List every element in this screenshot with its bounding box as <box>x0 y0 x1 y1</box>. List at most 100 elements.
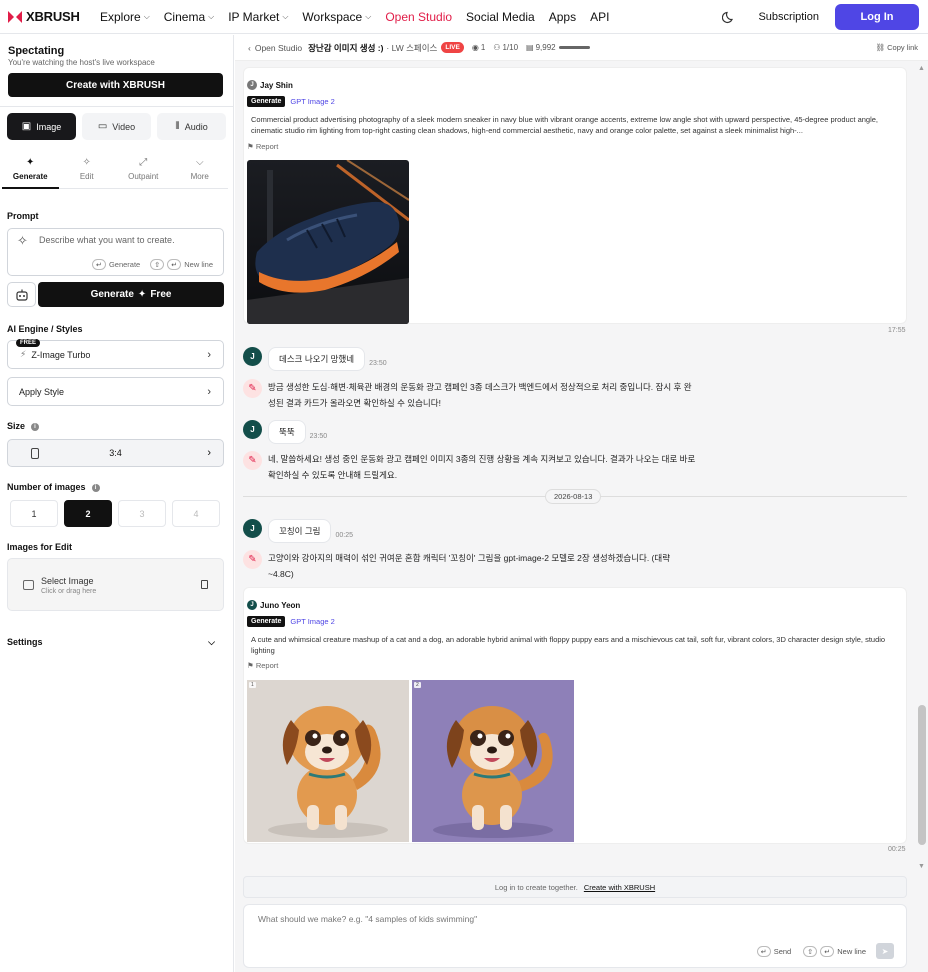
breadcrumb-open-studio[interactable]: Open Studio <box>255 43 302 53</box>
subtab-generate-label: Generate <box>12 172 48 181</box>
scrollbar-thumb[interactable] <box>918 705 926 845</box>
settings-toggle[interactable]: Settings ⌵ <box>7 637 215 648</box>
clipboard-icon[interactable] <box>201 580 208 589</box>
login-prompt-text: Log in to create together. <box>494 882 578 892</box>
subtab-outpaint[interactable]: ⤢ Outpaint <box>115 157 172 189</box>
message-bubble: 뚝뚝 <box>268 420 306 444</box>
nav-explore[interactable]: Explore ⌵ <box>100 10 150 24</box>
report-button[interactable]: ⚑ Report <box>247 142 278 151</box>
avatar: J <box>243 347 262 366</box>
scroll-up-icon[interactable]: ▲ <box>918 65 925 72</box>
tab-video[interactable]: ▭ Video <box>82 113 151 140</box>
generated-image-2[interactable]: 2 <box>412 680 574 842</box>
nav-workspace[interactable]: Workspace ⌵ <box>302 10 371 24</box>
nav-cinema[interactable]: Cinema ⌵ <box>164 10 214 24</box>
cat-dog-image <box>412 680 574 842</box>
image-index: 2 <box>414 682 421 688</box>
enter-key-icon: ↵ <box>167 259 182 270</box>
credit-balance: ▤ 9,992 <box>526 43 590 52</box>
prompt-label: Prompt <box>7 211 39 221</box>
scroll-down-icon[interactable]: ▼ <box>918 863 925 870</box>
chevron-down-icon: ⌵ <box>208 11 215 21</box>
image-index: 1 <box>249 682 256 688</box>
nav-ip-market[interactable]: IP Market ⌵ <box>228 10 288 24</box>
brand-logo[interactable]: XBRUSH <box>8 9 92 24</box>
top-navigation-bar: XBRUSH Explore ⌵ Cinema ⌵ IP Market ⌵ Works… <box>0 0 928 34</box>
nav-social-media[interactable]: Social Media <box>466 10 535 24</box>
generated-image-1[interactable]: 1 <box>247 680 409 842</box>
moon-icon[interactable] <box>722 10 736 24</box>
chat-composer[interactable]: What should we make? e.g. "4 samples of … <box>243 904 907 968</box>
send-icon: ➤ <box>881 946 889 956</box>
xbrush-assistant-icon: ✎ <box>243 379 262 398</box>
subtab-edit[interactable]: ✧ Edit <box>58 157 115 189</box>
flag-icon: ⚑ <box>247 661 254 670</box>
chat-message: J 꼬칭이 그림 00:25 <box>243 519 353 543</box>
generation-card: J Juno Yeon Generate GPT Image 2 A cute an… <box>243 587 907 844</box>
num-images-selector: 1 2 3 4 <box>10 500 220 527</box>
num-option-1[interactable]: 1 <box>10 500 58 527</box>
message-time: 23:50 <box>309 433 328 440</box>
chevron-right-icon: › <box>207 447 211 459</box>
apply-style-button[interactable]: Apply Style › <box>7 377 224 406</box>
engine-icon: ⚡ <box>20 349 27 359</box>
image-upload-dropzone[interactable]: Select Image Click or drag here <box>7 558 224 611</box>
avatar: J <box>243 420 262 439</box>
create-with-xbrush-button[interactable]: Create with XBRUSH <box>8 73 223 97</box>
generate-button[interactable]: Generate ✦ Free <box>38 282 224 307</box>
date-label: 2026-08-13 <box>545 489 602 504</box>
room-title: 장난감 이미지 생성 :) <box>308 42 384 53</box>
avatar: J <box>243 519 262 538</box>
size-value: 3:4 <box>109 448 122 458</box>
select-image-sub: Click or drag here <box>41 588 97 595</box>
generate-free-label: Free <box>150 289 172 300</box>
live-badge: LIVE <box>441 42 464 53</box>
card-prompt: Commercial product advertising photograp… <box>251 115 879 135</box>
avatar: J <box>247 80 257 90</box>
subtab-edit-label: Edit <box>79 172 94 181</box>
engine-select[interactable]: FREE ⚡ Z-Image Turbo › <box>7 339 224 369</box>
num-option-4[interactable]: 4 <box>172 500 220 527</box>
create-with-xbrush-link[interactable]: Create with XBRUSH <box>584 883 655 892</box>
select-image-label: Select Image <box>41 576 94 586</box>
subtab-generate[interactable]: ✦ Generate <box>2 157 59 189</box>
nav-cinema-label: Cinema <box>163 9 206 24</box>
info-icon[interactable]: i <box>91 483 100 492</box>
assistant-text: 방금 생성한 도심·해변·체육관 배경의 운동화 광고 캠페인 3종 데스크가 … <box>268 382 692 408</box>
prompt-input[interactable]: ✧ Describe what you want to create. ↵ Gen… <box>7 228 224 276</box>
report-label: Report <box>255 661 279 670</box>
tab-audio-label: Audio <box>184 121 208 132</box>
viewer-count: ◉ 1 <box>472 43 485 52</box>
chevron-down-icon: ⌵ <box>195 157 204 168</box>
tab-image[interactable]: ▣ Image <box>7 113 76 140</box>
assistant-text: 고양이와 강아지의 매력이 섞인 귀여운 혼합 캐릭터 '꼬칭이' 그림을 gp… <box>268 553 671 579</box>
send-button[interactable]: ➤ <box>876 943 894 959</box>
nav-apps[interactable]: Apps <box>549 10 576 24</box>
generated-image-sneaker[interactable] <box>247 160 409 324</box>
message-bubble: 꼬칭이 그림 <box>268 519 332 543</box>
subtab-more-label: More <box>190 172 209 181</box>
copy-link-button[interactable]: ⛓ Copy link <box>876 43 918 52</box>
chevron-left-icon[interactable]: ‹ <box>248 43 251 53</box>
assistant-message: ✎ 네, 말씀하세요! 생성 중인 운동화 광고 캠페인 이미지 3종의 진행 … <box>243 451 698 483</box>
login-button[interactable]: Log In <box>835 3 919 30</box>
nav-open-studio[interactable]: Open Studio <box>385 10 452 24</box>
report-button[interactable]: ⚑ Report <box>247 661 278 670</box>
images-edit-label: Images for Edit <box>7 542 73 552</box>
assistant-message: ✎ 방금 생성한 도심·해변·체육관 배경의 운동화 광고 캠페인 3종 데스크… <box>243 379 698 411</box>
info-icon[interactable]: i <box>31 422 40 431</box>
nav-api[interactable]: API <box>590 10 609 24</box>
subtab-more[interactable]: ⌵ More <box>171 157 228 189</box>
assistant-button[interactable] <box>7 282 36 307</box>
num-option-3[interactable]: 3 <box>118 500 166 527</box>
num-option-2[interactable]: 2 <box>64 500 112 527</box>
login-prompt-bar: Log in to create together. Create with X… <box>243 876 907 898</box>
apply-style-label: Apply Style <box>19 386 65 397</box>
card-author: J Juno Yeon <box>247 600 300 610</box>
credit-value: 9,992 <box>535 43 556 52</box>
card-tags: Generate GPT Image 2 <box>247 616 335 627</box>
tab-audio[interactable]: ⦀ Audio <box>157 113 226 140</box>
composer-placeholder: What should we make? e.g. "4 samples of … <box>258 914 478 924</box>
subscription-link[interactable]: Subscription <box>758 11 819 23</box>
size-select[interactable]: 3:4 › <box>7 439 224 467</box>
